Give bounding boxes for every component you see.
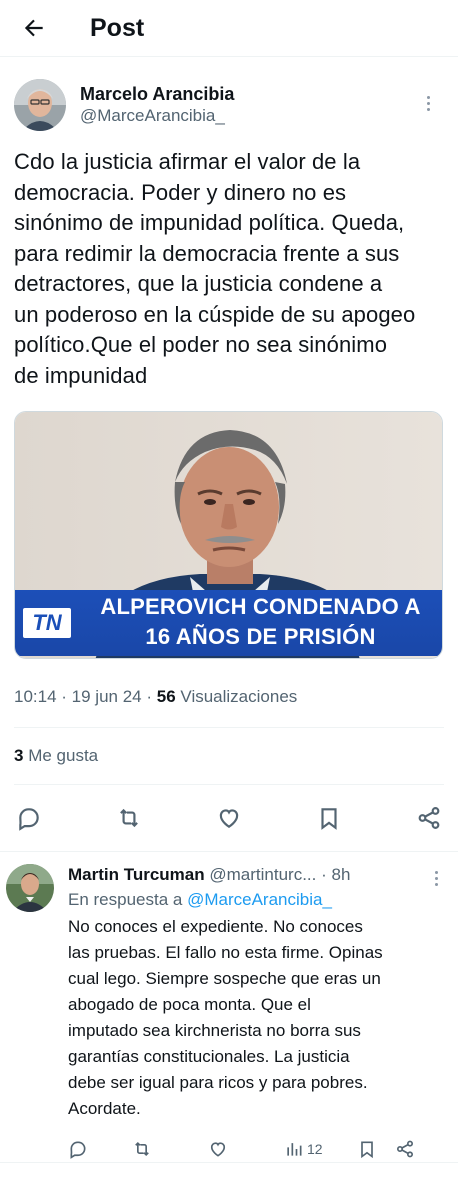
headline-line-2: 16 AÑOS DE PRISIÓN: [145, 624, 376, 649]
views-label: Visualizaciones: [180, 687, 298, 706]
author-handle[interactable]: @MarceArancibia_: [80, 105, 234, 127]
arrow-left-icon: [24, 19, 43, 37]
reply-author-name[interactable]: Martin Turcuman: [68, 865, 205, 884]
post-date[interactable]: 19 jun 24: [72, 687, 142, 706]
in-reply-handle-link[interactable]: @MarceArancibia_: [187, 890, 332, 909]
meta-separator: ·: [146, 687, 157, 706]
reply-like-button[interactable]: [208, 1139, 228, 1159]
avatar[interactable]: [6, 864, 54, 912]
reply-reply-button[interactable]: [68, 1139, 88, 1159]
reply-repost-button[interactable]: [132, 1139, 152, 1159]
reply-header: Martin Turcuman @martinturc... · 8h: [68, 864, 444, 886]
reply-views-count: 12: [307, 1141, 323, 1157]
repost-button[interactable]: [114, 803, 144, 833]
post-meta: 10:14 · 19 jun 24 · 56 Visualizaciones: [14, 687, 444, 728]
bookmark-icon: [360, 1141, 373, 1159]
post-actions: [0, 785, 458, 852]
reply-time[interactable]: 8h: [332, 865, 351, 884]
reply-bookmark-button[interactable]: [357, 1139, 377, 1159]
post-author: Marcelo Arancibia @MarceArancibia_: [14, 77, 444, 133]
reply-author-handle[interactable]: @martinturc...: [209, 865, 316, 884]
in-reply-prefix: En respuesta a: [68, 890, 183, 909]
image-headline: ALPEROVICH CONDENADO A 16 AÑOS DE PRISIÓ…: [79, 592, 442, 652]
post-image[interactable]: TN ALPEROVICH CONDENADO A 16 AÑOS DE PRI…: [14, 411, 443, 659]
headline-line-1: ALPEROVICH CONDENADO A: [100, 594, 421, 619]
share-icon: [418, 807, 440, 829]
reply-separator: ·: [321, 865, 332, 884]
likes-label: Me gusta: [28, 746, 99, 765]
reply-share-button[interactable]: [395, 1139, 415, 1159]
author-name[interactable]: Marcelo Arancibia: [80, 83, 234, 105]
avatar[interactable]: [14, 79, 66, 131]
repost-icon: [120, 808, 138, 828]
more-options-icon[interactable]: [428, 868, 444, 888]
likes-summary[interactable]: 3 Me gusta: [14, 728, 444, 785]
reply-icon: [70, 1141, 86, 1159]
divider: [0, 1162, 458, 1163]
reply-button[interactable]: [14, 803, 44, 833]
analytics-icon: [287, 1143, 302, 1156]
bookmark-button[interactable]: [314, 803, 344, 833]
bookmark-icon: [321, 808, 337, 830]
reply-views-button[interactable]: 12: [284, 1139, 323, 1159]
post-text: Cdo la justicia afirmar el valor de la d…: [14, 149, 416, 388]
likes-count: 3: [14, 746, 24, 765]
repost-icon: [135, 1141, 149, 1157]
in-reply-to: En respuesta a @MarceArancibia_: [68, 890, 444, 910]
reply-text: No conoces el expediente. No conoces las…: [68, 917, 383, 1118]
page-title: Post: [90, 13, 145, 42]
post-time[interactable]: 10:14: [14, 687, 57, 706]
top-bar: Post: [0, 0, 458, 57]
main-post: Marcelo Arancibia @MarceArancibia_ Cdo l…: [0, 77, 458, 785]
reply-post[interactable]: Martin Turcuman @martinturc... · 8h En r…: [0, 852, 458, 1164]
more-options-icon[interactable]: [418, 89, 438, 117]
reply-actions: 12: [68, 1134, 444, 1164]
back-button[interactable]: [20, 14, 48, 42]
reply-icon: [19, 808, 39, 831]
views-count: 56: [156, 687, 176, 706]
share-button[interactable]: [414, 803, 444, 833]
tn-logo: TN: [23, 608, 71, 638]
share-icon: [396, 1140, 413, 1158]
heart-icon: [219, 809, 239, 828]
meta-separator: ·: [61, 687, 72, 706]
heart-icon: [210, 1142, 226, 1157]
like-button[interactable]: [214, 803, 244, 833]
